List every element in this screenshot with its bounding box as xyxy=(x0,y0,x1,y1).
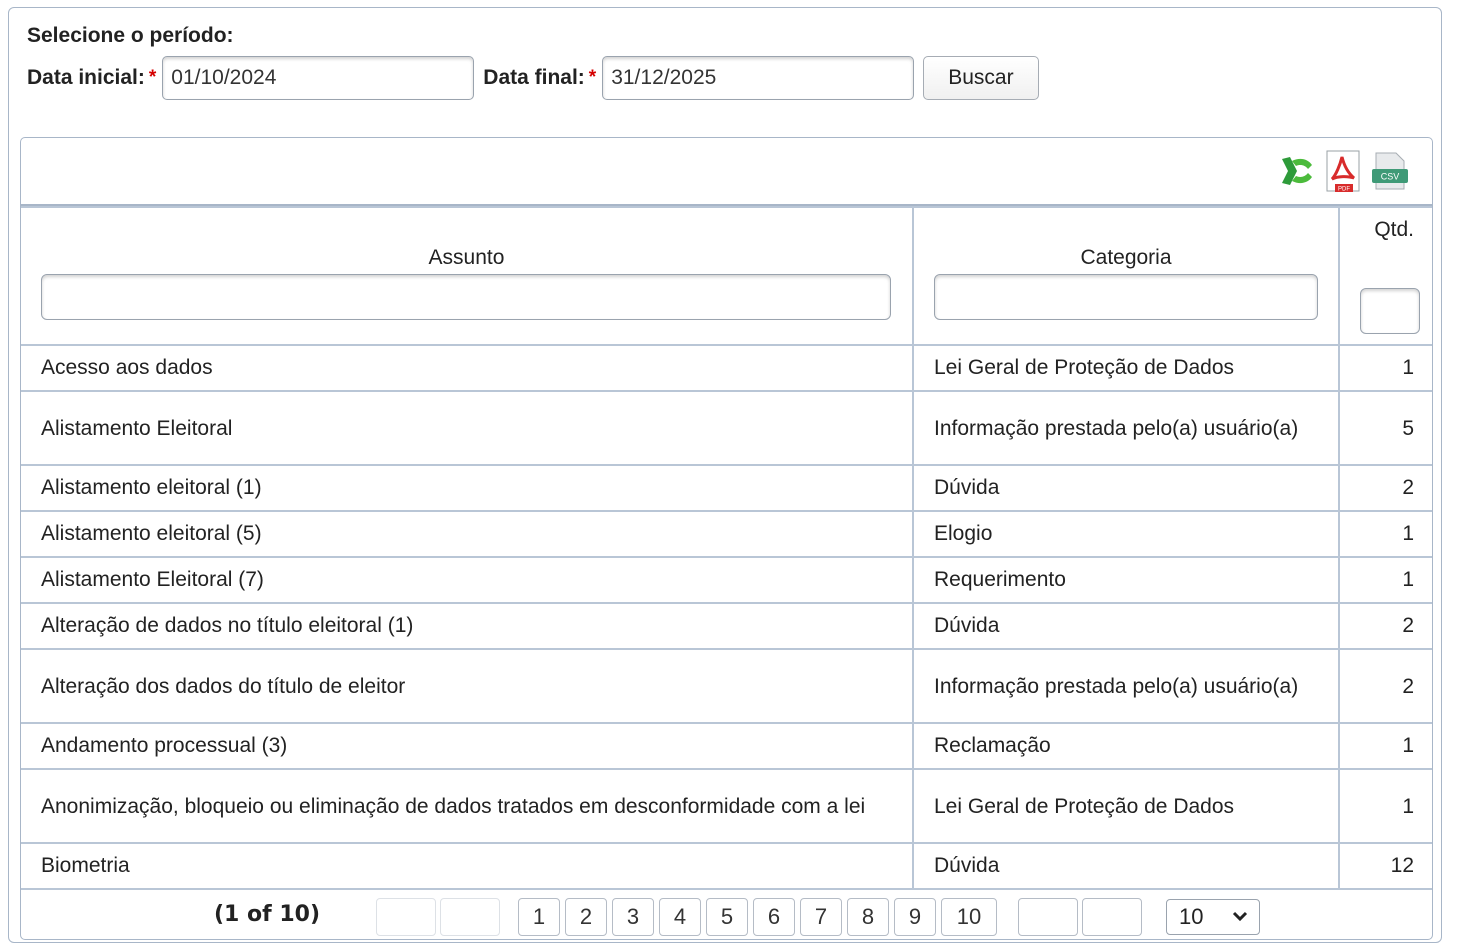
qty-cell: 2 xyxy=(1338,648,1432,724)
page-button[interactable]: 5 xyxy=(706,898,748,936)
table-row[interactable]: Alistamento Eleitoral Informação prestad… xyxy=(21,390,1432,466)
table-row[interactable]: Biometria Dúvida 12 xyxy=(21,842,1432,890)
period-panel: Selecione o período: Data inicial: * Dat… xyxy=(8,7,1442,943)
rows-per-page-value: 10 xyxy=(1179,904,1204,929)
table-row[interactable]: Acesso aos dados Lei Geral de Proteção d… xyxy=(21,344,1432,392)
category-cell: Lei Geral de Proteção de Dados xyxy=(912,768,1340,844)
results-grid: PDF CSV Assunto Categoria Qtd. Acesso ao… xyxy=(20,137,1433,940)
column-header-label: Categoria xyxy=(1080,246,1172,269)
column-header-subject[interactable]: Assunto xyxy=(21,206,914,346)
first-page-button[interactable] xyxy=(376,898,436,936)
page-button[interactable]: 7 xyxy=(800,898,842,936)
page-button[interactable]: 9 xyxy=(894,898,936,936)
category-cell: Reclamação xyxy=(912,722,1340,770)
subject-cell: Alteração de dados no título eleitoral (… xyxy=(21,602,914,650)
subject-cell: Acesso aos dados xyxy=(21,344,914,392)
subject-cell: Alistamento eleitoral (1) xyxy=(21,464,914,512)
end-date-label: Data final: xyxy=(483,66,585,89)
page-button[interactable]: 8 xyxy=(847,898,889,936)
table-row[interactable]: Alistamento eleitoral (5) Elogio 1 xyxy=(21,510,1432,558)
export-toolbar: PDF CSV xyxy=(21,138,1432,206)
category-cell: Dúvida xyxy=(912,464,1340,512)
paginator: (1 of 10) 1 2 3 4 5 6 7 8 9 10 10 xyxy=(21,890,1432,938)
table-row[interactable]: Anonimização, bloqueio ou eliminação de … xyxy=(21,768,1432,844)
date-filter-row: Data inicial: * Data final: * Buscar xyxy=(27,55,1039,101)
category-cell: Dúvida xyxy=(912,602,1340,650)
subject-cell: Anonimização, bloqueio ou eliminação de … xyxy=(21,768,914,844)
period-title: Selecione o período: xyxy=(27,24,234,47)
qty-cell: 1 xyxy=(1338,556,1432,604)
qty-cell: 1 xyxy=(1338,722,1432,770)
category-cell: Requerimento xyxy=(912,556,1340,604)
excel-icon[interactable] xyxy=(1278,149,1318,193)
qty-cell: 1 xyxy=(1338,510,1432,558)
start-date-input[interactable] xyxy=(162,56,475,100)
category-cell: Lei Geral de Proteção de Dados xyxy=(912,344,1340,392)
subject-cell: Andamento processual (3) xyxy=(21,722,914,770)
qty-cell: 2 xyxy=(1338,464,1432,512)
subject-cell: Alteração dos dados do título de eleitor xyxy=(21,648,914,724)
page-button[interactable]: 2 xyxy=(565,898,607,936)
pdf-icon[interactable]: PDF xyxy=(1324,149,1364,193)
qty-cell: 12 xyxy=(1338,842,1432,890)
page-button[interactable]: 4 xyxy=(659,898,701,936)
column-header-category[interactable]: Categoria xyxy=(912,206,1340,346)
results-table: Assunto Categoria Qtd. Acesso aos dados xyxy=(21,206,1432,890)
qty-cell: 2 xyxy=(1338,602,1432,650)
rows-per-page-select[interactable]: 10 xyxy=(1166,899,1260,935)
table-row[interactable]: Alteração dos dados do título de eleitor… xyxy=(21,648,1432,724)
next-page-button[interactable] xyxy=(1018,898,1078,936)
category-cell: Elogio xyxy=(912,510,1340,558)
required-marker: * xyxy=(148,67,157,88)
qty-cell: 1 xyxy=(1338,344,1432,392)
table-row[interactable]: Alistamento Eleitoral (7) Requerimento 1 xyxy=(21,556,1432,604)
table-row[interactable]: Andamento processual (3) Reclamação 1 xyxy=(21,722,1432,770)
page-report: (1 of 10) xyxy=(214,902,321,927)
search-button[interactable]: Buscar xyxy=(923,56,1039,100)
page-button[interactable]: 1 xyxy=(518,898,560,936)
chevron-down-icon xyxy=(1231,900,1249,939)
csv-icon[interactable]: CSV xyxy=(1370,149,1410,193)
category-cell: Dúvida xyxy=(912,842,1340,890)
required-marker: * xyxy=(588,67,597,88)
subject-cell: Alistamento Eleitoral (7) xyxy=(21,556,914,604)
pdf-icon-text: PDF xyxy=(1338,187,1350,193)
table-row[interactable]: Alteração de dados no título eleitoral (… xyxy=(21,602,1432,650)
qty-filter-input[interactable] xyxy=(1360,288,1420,334)
category-filter-input[interactable] xyxy=(934,274,1318,320)
qty-cell: 5 xyxy=(1338,390,1432,466)
category-cell: Informação prestada pelo(a) usuário(a) xyxy=(912,390,1340,466)
subject-cell: Biometria xyxy=(21,842,914,890)
page-button[interactable]: 10 xyxy=(941,898,997,936)
subject-filter-input[interactable] xyxy=(41,274,891,320)
table-row[interactable]: Alistamento eleitoral (1) Dúvida 2 xyxy=(21,464,1432,512)
last-page-button[interactable] xyxy=(1082,898,1142,936)
column-header-label: Assunto xyxy=(428,246,505,269)
qty-cell: 1 xyxy=(1338,768,1432,844)
start-date-label: Data inicial: xyxy=(27,66,145,89)
page-button[interactable]: 6 xyxy=(753,898,795,936)
column-header-label: Qtd. xyxy=(1374,218,1414,241)
csv-icon-text: CSV xyxy=(1381,172,1400,182)
subject-cell: Alistamento Eleitoral xyxy=(21,390,914,466)
page-button[interactable]: 3 xyxy=(612,898,654,936)
category-cell: Informação prestada pelo(a) usuário(a) xyxy=(912,648,1340,724)
previous-page-button[interactable] xyxy=(440,898,500,936)
column-header-qty[interactable]: Qtd. xyxy=(1338,206,1432,346)
subject-cell: Alistamento eleitoral (5) xyxy=(21,510,914,558)
end-date-input[interactable] xyxy=(602,56,915,100)
